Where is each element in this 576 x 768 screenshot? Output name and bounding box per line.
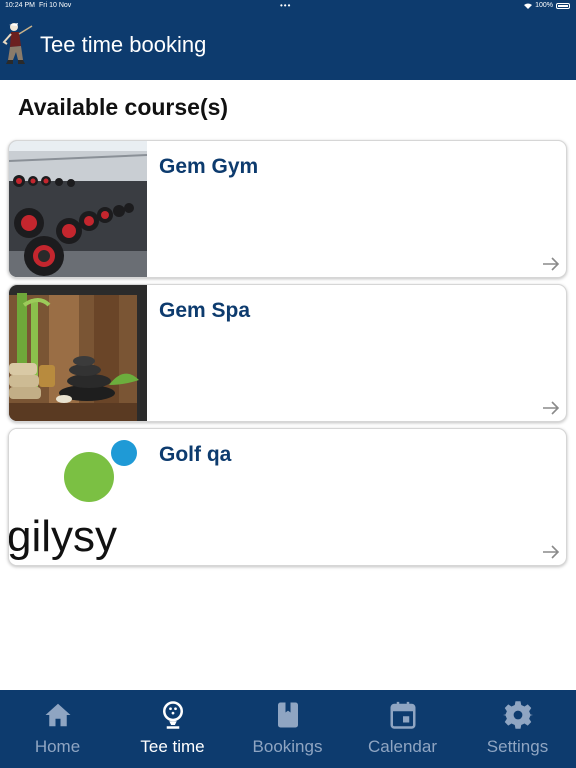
tab-label: Settings xyxy=(486,737,549,756)
gym-thumbnail-image xyxy=(9,141,147,277)
course-name: Gem Gym xyxy=(159,155,259,178)
course-name: Gem Spa xyxy=(159,299,251,322)
section-title: Available course(s) xyxy=(18,94,229,120)
tab-label: Tee time xyxy=(140,737,205,756)
battery-percent: 100% xyxy=(535,2,553,9)
bottom-tab-bar: Home Tee time Bookings Calendar Settings xyxy=(0,690,576,768)
gear-icon xyxy=(503,701,533,729)
tab-bookings[interactable]: Bookings xyxy=(230,690,345,768)
status-date: Fri 10 Nov xyxy=(39,2,72,9)
course-card-golf-qa[interactable]: gilysy Golf qa xyxy=(8,428,567,566)
page-title: Tee time booking xyxy=(40,32,207,57)
tab-label: Calendar xyxy=(368,737,437,756)
course-name: Golf qa xyxy=(159,443,232,466)
app-header: Tee time booking xyxy=(0,12,576,80)
spa-thumbnail-image xyxy=(9,285,147,421)
course-card-gem-gym[interactable]: Gem Gym xyxy=(8,140,567,278)
tab-label: Home xyxy=(34,737,81,756)
status-time: 10:24 PM xyxy=(5,2,35,9)
golfer-logo-icon xyxy=(2,23,33,64)
arrow-right-icon[interactable] xyxy=(542,401,560,415)
course-card-gem-spa[interactable]: Gem Spa xyxy=(8,284,567,422)
home-icon xyxy=(45,703,71,727)
gilysys-logo-image: gilysy xyxy=(9,429,147,565)
status-right: 100% xyxy=(524,0,570,12)
multitasking-dots[interactable]: ••• xyxy=(280,0,291,12)
tab-tee-time[interactable]: Tee time xyxy=(115,690,230,768)
tab-settings[interactable]: Settings xyxy=(460,690,575,768)
tab-calendar[interactable]: Calendar xyxy=(345,690,460,768)
logo-text: gilysy xyxy=(9,512,117,561)
wifi-icon xyxy=(524,3,533,9)
status-bar: 10:24 PM Fri 10 Nov ••• 100% xyxy=(0,0,576,12)
arrow-right-icon[interactable] xyxy=(542,545,560,559)
arrow-right-icon[interactable] xyxy=(542,257,560,271)
battery-icon xyxy=(556,3,570,9)
golf-ball-icon xyxy=(163,701,183,729)
tab-home[interactable]: Home xyxy=(0,690,115,768)
calendar-icon xyxy=(390,701,416,729)
tab-label: Bookings xyxy=(252,737,323,756)
book-icon xyxy=(278,702,298,728)
